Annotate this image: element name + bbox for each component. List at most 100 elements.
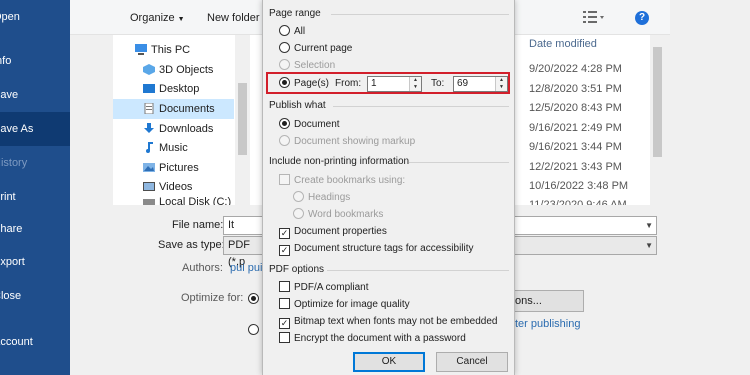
- nav-item-desktop[interactable]: Desktop: [143, 79, 199, 99]
- encrypt-label: Encrypt the document with a password: [294, 333, 466, 344]
- nav-item-label: Local Disk (C:): [159, 196, 232, 205]
- nav-scrollbar[interactable]: [235, 35, 250, 205]
- nav-item-label: 3D Objects: [159, 64, 214, 76]
- save-type-select[interactable]: PDF (*.p: [223, 236, 263, 268]
- from-spinner[interactable]: 1 ▲ ▼: [367, 76, 422, 92]
- word-bookmarks-label: Word bookmarks: [308, 209, 384, 220]
- nav-item-documents[interactable]: Documents: [113, 99, 234, 119]
- file-name-input-right[interactable]: ▼: [515, 216, 657, 235]
- document-label: Document: [294, 119, 340, 130]
- radio-indicator: [293, 191, 304, 202]
- pdf-options-dialog: Page range All Current page Selection Pa…: [262, 0, 515, 375]
- download-icon: [143, 121, 155, 133]
- document-properties-label: Document properties: [294, 226, 387, 237]
- nav-item-pictures[interactable]: Pictures: [143, 158, 199, 178]
- pages-label: Page(s): [294, 78, 330, 89]
- pdfa-checkbox[interactable]: PDF/A compliant: [279, 281, 368, 294]
- cancel-button[interactable]: Cancel: [436, 352, 508, 372]
- save-type-select-right[interactable]: ▼: [515, 236, 657, 255]
- structure-tags-checkbox[interactable]: ✓ Document structure tags for accessibili…: [279, 242, 474, 256]
- spinner-arrows-icon[interactable]: ▲ ▼: [409, 77, 421, 91]
- chevron-down-icon: ▼: [645, 221, 653, 230]
- backstage-save-as-label: Save As: [0, 123, 34, 135]
- date-cell: 12/8/2020 3:51 PM: [529, 83, 622, 95]
- nav-item-local-disk[interactable]: Local Disk (C:): [143, 195, 231, 205]
- nav-item-downloads[interactable]: Downloads: [143, 119, 213, 139]
- optimize-standard-radio[interactable]: [248, 293, 263, 305]
- page-range-highlight: Page(s) From: 1 ▲ ▼ To: 69 ▲ ▼: [266, 72, 510, 94]
- backstage-info[interactable]: Info: [0, 44, 70, 78]
- headings-label: Headings: [308, 192, 351, 203]
- options-button[interactable]: ons...: [515, 290, 584, 312]
- optimize-label: Optimize for:: [181, 292, 244, 304]
- date-cell: 9/16/2021 2:49 PM: [529, 122, 622, 134]
- file-name-input[interactable]: It: [223, 216, 263, 235]
- backstage-close-label: Close: [0, 290, 22, 302]
- pages-radio[interactable]: Page(s): [279, 77, 329, 90]
- backstage-print[interactable]: Print: [0, 180, 70, 214]
- radio-indicator: [293, 208, 304, 219]
- publish-what-heading: Publish what: [269, 100, 326, 111]
- new-folder-button[interactable]: New folder: [207, 12, 260, 24]
- optimize-quality-checkbox[interactable]: Optimize for image quality: [279, 298, 410, 311]
- current-page-label: Current page: [294, 43, 353, 54]
- backstage-account[interactable]: Account: [0, 325, 70, 359]
- all-pages-radio[interactable]: All: [279, 25, 305, 38]
- encrypt-checkbox[interactable]: Encrypt the document with a password: [279, 332, 466, 345]
- radio-indicator: [279, 118, 290, 129]
- bitmap-text-checkbox[interactable]: ✓ Bitmap text when fonts may not be embed…: [279, 315, 497, 329]
- ok-button[interactable]: OK: [353, 352, 425, 372]
- optimize-minimum-radio[interactable]: [248, 324, 263, 336]
- document-icon: [143, 101, 155, 115]
- nav-item-3d-objects[interactable]: 3D Objects: [143, 60, 213, 80]
- checkbox-indicator: [279, 174, 290, 185]
- divider: [331, 14, 509, 15]
- divider: [409, 162, 509, 163]
- backstage-open-label: Open: [0, 11, 20, 23]
- nav-item-label: Documents: [159, 103, 215, 115]
- current-page-radio[interactable]: Current page: [279, 42, 352, 55]
- video-icon: [143, 179, 155, 191]
- chevron-down-icon: ▼: [177, 16, 185, 23]
- page-range-heading: Page range: [269, 8, 321, 19]
- optimize-quality-label: Optimize for image quality: [294, 299, 410, 310]
- divider: [333, 106, 509, 107]
- backstage-save-as[interactable]: Save As: [0, 112, 70, 146]
- spinner-arrows-icon[interactable]: ▲ ▼: [495, 77, 507, 91]
- backstage-account-label: Account: [0, 336, 33, 348]
- backstage-export[interactable]: Export: [0, 245, 70, 279]
- selection-radio: Selection: [279, 59, 335, 72]
- radio-indicator: [279, 42, 290, 53]
- backstage-history-label: History: [0, 157, 28, 169]
- backstage-info-label: Info: [0, 55, 12, 67]
- nav-scroll-thumb[interactable]: [238, 83, 247, 155]
- disk-icon: [143, 196, 155, 205]
- checkbox-indicator: [279, 332, 290, 343]
- date-cell: 9/20/2022 4:28 PM: [529, 63, 622, 75]
- nav-item-label: Pictures: [159, 162, 199, 174]
- nav-item-this-pc[interactable]: This PC: [135, 40, 190, 60]
- authors-value[interactable]: pui pui: [230, 262, 262, 274]
- document-radio[interactable]: Document: [279, 118, 340, 131]
- open-after-publishing-text[interactable]: ter publishing: [515, 318, 580, 330]
- nav-item-label: Music: [159, 142, 188, 154]
- backstage-close[interactable]: Close: [0, 279, 70, 313]
- column-header-date-modified[interactable]: Date modified: [529, 38, 597, 50]
- to-spinner[interactable]: 69 ▲ ▼: [453, 76, 508, 92]
- cube-icon: [143, 62, 155, 75]
- nav-item-videos[interactable]: Videos: [143, 177, 192, 197]
- backstage-share-label: Share: [0, 223, 23, 235]
- backstage-share[interactable]: Share: [0, 212, 70, 246]
- date-cell: 9/16/2021 3:44 PM: [529, 141, 622, 153]
- backstage-save[interactable]: Save: [0, 78, 70, 112]
- document-properties-checkbox[interactable]: ✓ Document properties: [279, 225, 387, 239]
- file-list-scroll-thumb[interactable]: [653, 47, 662, 157]
- nav-item-music[interactable]: Music: [143, 138, 188, 158]
- pdfa-label: PDF/A compliant: [294, 282, 369, 293]
- view-options-icon[interactable]: [583, 10, 605, 27]
- file-list-scrollbar[interactable]: [650, 35, 665, 205]
- new-folder-label: New folder: [207, 12, 260, 24]
- organize-button[interactable]: Organize ▼: [130, 12, 185, 24]
- backstage-open[interactable]: Open: [0, 0, 70, 34]
- help-icon[interactable]: ?: [635, 11, 649, 25]
